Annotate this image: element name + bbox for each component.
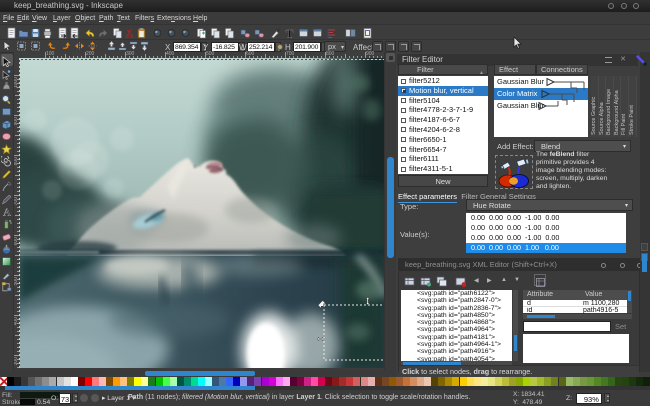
svg-text:A: A xyxy=(3,207,11,217)
svg-text:T: T xyxy=(286,27,294,39)
